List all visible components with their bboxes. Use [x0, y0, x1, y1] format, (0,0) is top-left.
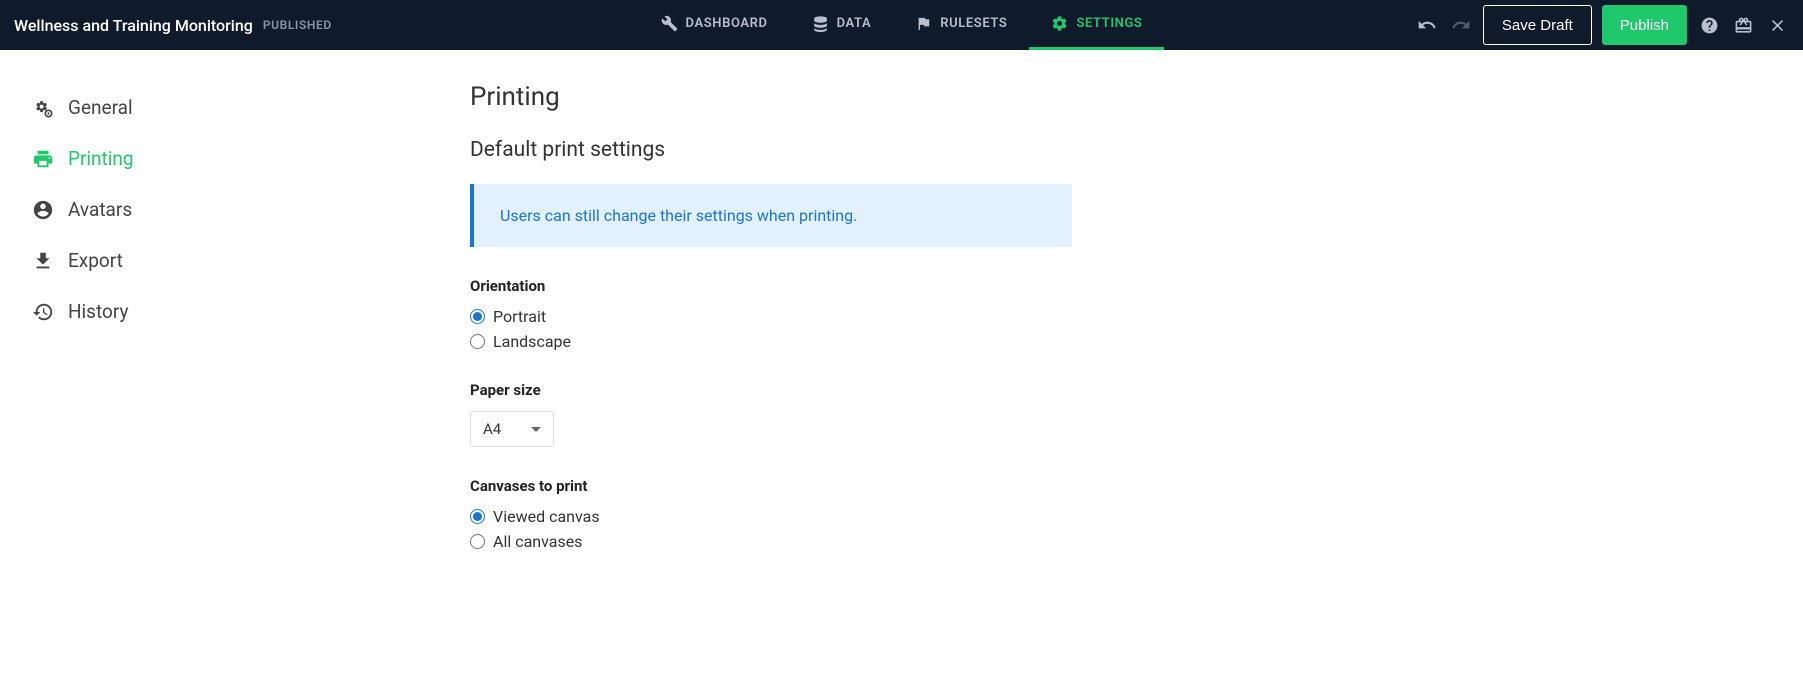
section-title: Default print settings: [470, 138, 1130, 162]
canvases-all-option[interactable]: All canvases: [470, 532, 1130, 551]
topbar-nav: DASHBOARD DATA RULESETS SETTINGS: [639, 0, 1165, 50]
nav-settings[interactable]: SETTINGS: [1029, 0, 1164, 50]
canvases-group: Canvases to print Viewed canvas All canv…: [470, 477, 1130, 551]
canvases-viewed-option[interactable]: Viewed canvas: [470, 507, 1130, 526]
nav-dashboard[interactable]: DASHBOARD: [639, 0, 790, 50]
orientation-portrait-label: Portrait: [493, 307, 546, 326]
app-title: Wellness and Training Monitoring: [14, 16, 253, 35]
flag-icon: [915, 15, 932, 32]
info-banner: Users can still change their settings wh…: [470, 184, 1072, 247]
sidebar-item-avatars-label: Avatars: [68, 198, 132, 221]
orientation-landscape-radio[interactable]: [470, 334, 485, 349]
nav-dashboard-label: DASHBOARD: [686, 16, 768, 31]
sidebar-item-history-label: History: [68, 300, 128, 323]
sidebar-item-printing-label: Printing: [68, 147, 134, 170]
settings-gears-icon: [32, 97, 54, 119]
paper-size-group: Paper size A4: [470, 381, 1130, 447]
save-draft-button[interactable]: Save Draft: [1483, 5, 1592, 45]
gear-icon: [1051, 15, 1068, 32]
orientation-landscape-option[interactable]: Landscape: [470, 332, 1130, 351]
canvases-label: Canvases to print: [470, 477, 1130, 495]
avatar-icon: [32, 199, 54, 221]
database-icon: [812, 15, 829, 32]
page-title: Printing: [470, 82, 1130, 112]
orientation-landscape-label: Landscape: [493, 332, 571, 351]
sidebar-item-general-label: General: [68, 96, 133, 119]
close-button[interactable]: [1765, 13, 1789, 37]
download-icon: [32, 250, 54, 272]
canvases-all-radio[interactable]: [470, 534, 485, 549]
nav-data[interactable]: DATA: [790, 0, 894, 50]
sidebar-item-printing[interactable]: Printing: [32, 133, 470, 184]
sidebar-item-general[interactable]: General: [32, 82, 470, 133]
undo-button[interactable]: [1415, 13, 1439, 37]
canvases-all-label: All canvases: [493, 532, 582, 551]
content: Printing Default print settings Users ca…: [470, 82, 1130, 581]
sidebar-item-export-label: Export: [68, 249, 123, 272]
nav-rulesets[interactable]: RULESETS: [893, 0, 1029, 50]
paper-size-label: Paper size: [470, 381, 1130, 399]
gift-button[interactable]: [1731, 13, 1755, 37]
paper-size-select[interactable]: A4: [470, 411, 554, 447]
gift-icon: [1734, 16, 1753, 35]
redo-button[interactable]: [1449, 13, 1473, 37]
chevron-down-icon: [531, 427, 541, 432]
publish-status-badge: PUBLISHED: [263, 18, 332, 32]
settings-sidebar: General Printing Avatars Export History: [0, 82, 470, 581]
redo-icon: [1451, 15, 1471, 35]
orientation-group: Orientation Portrait Landscape: [470, 277, 1130, 351]
printer-icon: [32, 148, 54, 170]
close-icon: [1768, 16, 1787, 35]
undo-icon: [1417, 15, 1437, 35]
nav-data-label: DATA: [837, 16, 872, 31]
canvases-viewed-label: Viewed canvas: [493, 507, 600, 526]
orientation-portrait-option[interactable]: Portrait: [470, 307, 1130, 326]
sidebar-item-history[interactable]: History: [32, 286, 470, 337]
help-button[interactable]: [1697, 13, 1721, 37]
sidebar-item-avatars[interactable]: Avatars: [32, 184, 470, 235]
main: General Printing Avatars Export History …: [0, 50, 1803, 581]
publish-button[interactable]: Publish: [1602, 5, 1687, 45]
nav-settings-label: SETTINGS: [1076, 16, 1142, 31]
nav-rulesets-label: RULESETS: [940, 16, 1007, 31]
topbar-right: Save Draft Publish: [1415, 5, 1789, 45]
help-icon: [1700, 16, 1719, 35]
paper-size-value: A4: [483, 420, 501, 438]
history-icon: [32, 301, 54, 323]
orientation-portrait-radio[interactable]: [470, 309, 485, 324]
info-banner-text: Users can still change their settings wh…: [500, 206, 857, 225]
wrench-icon: [661, 15, 678, 32]
topbar: Wellness and Training Monitoring PUBLISH…: [0, 0, 1803, 50]
sidebar-item-export[interactable]: Export: [32, 235, 470, 286]
canvases-viewed-radio[interactable]: [470, 509, 485, 524]
orientation-label: Orientation: [470, 277, 1130, 295]
